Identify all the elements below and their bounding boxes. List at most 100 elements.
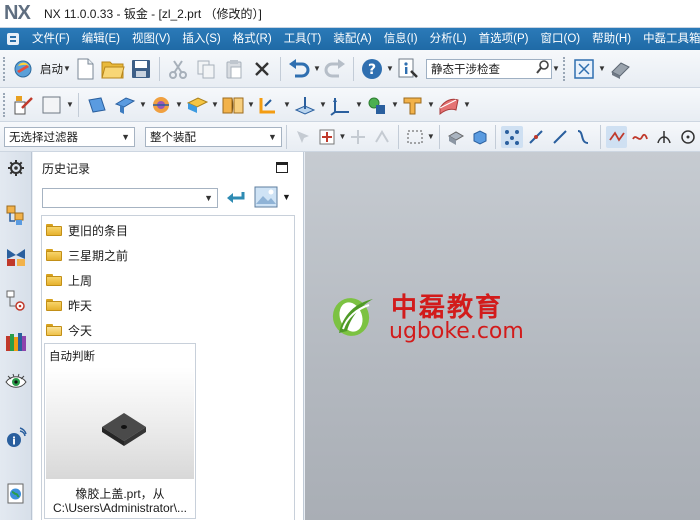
delete-icon[interactable] — [249, 56, 275, 82]
settings-icon[interactable] — [4, 156, 28, 180]
back-arrow-icon[interactable] — [225, 188, 247, 208]
snap-point-on-curve-icon[interactable] — [629, 126, 651, 148]
selection-scope-select[interactable]: 整个装配 ▼ — [144, 126, 282, 147]
coordinate-system-icon[interactable] — [328, 92, 354, 118]
menu-app-icon[interactable] — [6, 31, 20, 47]
start-label[interactable]: 启动 — [40, 61, 63, 77]
help-dropdown-arrow[interactable]: ▼ — [386, 56, 394, 82]
punch-dropdown-arrow[interactable]: ▼ — [175, 92, 183, 118]
part-navigator-icon[interactable] — [4, 288, 28, 312]
toolbar-grip[interactable] — [563, 56, 567, 81]
start-icon[interactable] — [11, 56, 37, 82]
history-filter-select[interactable]: ▼ — [42, 188, 218, 208]
history-group-today[interactable]: 今天 — [46, 319, 92, 341]
corner-dropdown-arrow[interactable]: ▼ — [283, 92, 291, 118]
snap-point-dropdown-arrow[interactable]: ▼ — [339, 124, 347, 150]
surface-icon[interactable] — [436, 92, 462, 118]
history-group-last-week[interactable]: 上周 — [46, 269, 92, 291]
graphics-window[interactable]: 中磊教育 ugboke.com — [305, 152, 700, 520]
undo-dropdown-arrow[interactable]: ▼ — [313, 56, 321, 82]
snap-line-icon[interactable] — [525, 126, 547, 148]
trim-dropdown-arrow[interactable]: ▼ — [427, 92, 435, 118]
toolbar-grip[interactable] — [3, 56, 7, 81]
open-folder-icon[interactable] — [100, 56, 126, 82]
fit-view-icon[interactable] — [571, 56, 597, 82]
fit-view-dropdown-arrow[interactable]: ▼ — [598, 56, 606, 82]
render-style-icon[interactable] — [607, 56, 633, 82]
bend-icon[interactable] — [184, 92, 210, 118]
assembly-navigator-icon[interactable] — [4, 203, 28, 227]
snap-center-icon[interactable] — [677, 126, 699, 148]
point-icon[interactable] — [364, 92, 390, 118]
sketch-icon[interactable] — [11, 92, 37, 118]
redo-icon[interactable] — [322, 56, 348, 82]
palette-image-icon[interactable] — [253, 185, 279, 209]
coordinate-system-dropdown-arrow[interactable]: ▼ — [355, 92, 363, 118]
history-group-three-weeks[interactable]: 三星期之前 — [46, 244, 128, 266]
menu-help[interactable]: 帮助(H) — [586, 28, 637, 50]
move-handle-icon[interactable] — [347, 126, 369, 148]
reuse-library-icon[interactable] — [4, 330, 28, 354]
web-browser-icon[interactable] — [4, 481, 28, 505]
search-dropdown-arrow[interactable]: ▼ — [552, 56, 560, 82]
menu-file[interactable]: 文件(F) — [26, 28, 76, 50]
trim-icon[interactable] — [400, 92, 426, 118]
copy-icon[interactable] — [193, 56, 219, 82]
face-select-icon[interactable] — [445, 126, 467, 148]
maximize-icon[interactable] — [276, 162, 288, 173]
search-icon[interactable] — [535, 59, 551, 78]
menu-analysis[interactable]: 分析(L) — [424, 28, 473, 50]
box-select-dropdown-arrow[interactable]: ▼ — [427, 124, 435, 150]
flange-icon[interactable] — [112, 92, 138, 118]
snap-intersection-icon[interactable] — [653, 126, 675, 148]
flange-dropdown-arrow[interactable]: ▼ — [139, 92, 147, 118]
constraint-navigator-icon[interactable] — [4, 245, 28, 269]
datum-plane-dropdown-arrow[interactable]: ▼ — [319, 92, 327, 118]
menu-assembly[interactable]: 装配(A) — [327, 28, 377, 50]
select-all-icon[interactable] — [371, 126, 393, 148]
snap-point-icon[interactable] — [316, 126, 338, 148]
menu-preferences[interactable]: 首选项(P) — [473, 28, 535, 50]
unfold-dropdown-arrow[interactable]: ▼ — [247, 92, 255, 118]
menu-tools[interactable]: 工具(T) — [278, 28, 328, 50]
sheet-plane-dropdown-arrow[interactable]: ▼ — [66, 92, 74, 118]
menu-format[interactable]: 格式(R) — [227, 28, 278, 50]
paste-icon[interactable] — [221, 56, 247, 82]
type-filter-select[interactable]: 无选择过滤器 ▼ — [4, 126, 135, 147]
start-dropdown-arrow[interactable]: ▼ — [63, 56, 71, 82]
menu-window[interactable]: 窗口(O) — [534, 28, 586, 50]
command-search-input[interactable]: 静态干涉检查 — [426, 58, 552, 79]
palette-dropdown-arrow[interactable]: ▼ — [282, 192, 291, 202]
menu-view[interactable]: 视图(V) — [126, 28, 176, 50]
select-connected-icon[interactable] — [292, 126, 314, 148]
cut-icon[interactable] — [165, 56, 191, 82]
menu-zhonglei-toolbox[interactable]: 中磊工具箱 — [637, 28, 700, 50]
menu-edit[interactable]: 编辑(E) — [76, 28, 126, 50]
new-file-icon[interactable] — [72, 56, 98, 82]
history-group-yesterday[interactable]: 昨天 — [46, 294, 92, 316]
history-group-older[interactable]: 更旧的条目 — [46, 219, 128, 241]
info-icon[interactable] — [395, 56, 421, 82]
help-icon[interactable]: ? — [359, 56, 385, 82]
box-select-icon[interactable] — [404, 126, 426, 148]
visualization-eye-icon[interactable] — [4, 370, 28, 394]
history-part-card[interactable]: 自动判断 橡胶上盖.prt，从 C:\Users\Administrator\.… — [44, 343, 196, 519]
snap-endpoint-icon[interactable] — [501, 125, 524, 148]
snap-control-point-icon[interactable] — [605, 125, 628, 148]
snap-midpoint-icon[interactable] — [549, 126, 571, 148]
datum-plane-icon[interactable] — [292, 92, 318, 118]
punch-icon[interactable] — [148, 92, 174, 118]
point-dropdown-arrow[interactable]: ▼ — [391, 92, 399, 118]
surface-dropdown-arrow[interactable]: ▼ — [463, 92, 471, 118]
undo-icon[interactable] — [286, 56, 312, 82]
snap-curve-icon[interactable] — [573, 126, 595, 148]
unfold-icon[interactable] — [220, 92, 246, 118]
tab-flange-icon[interactable] — [84, 92, 110, 118]
bend-dropdown-arrow[interactable]: ▼ — [211, 92, 219, 118]
online-help-icon[interactable]: i — [4, 426, 28, 450]
body-select-icon[interactable] — [469, 126, 491, 148]
save-icon[interactable] — [128, 56, 154, 82]
menu-insert[interactable]: 插入(S) — [176, 28, 226, 50]
sheet-plane-icon[interactable] — [39, 92, 65, 118]
corner-icon[interactable] — [256, 92, 282, 118]
